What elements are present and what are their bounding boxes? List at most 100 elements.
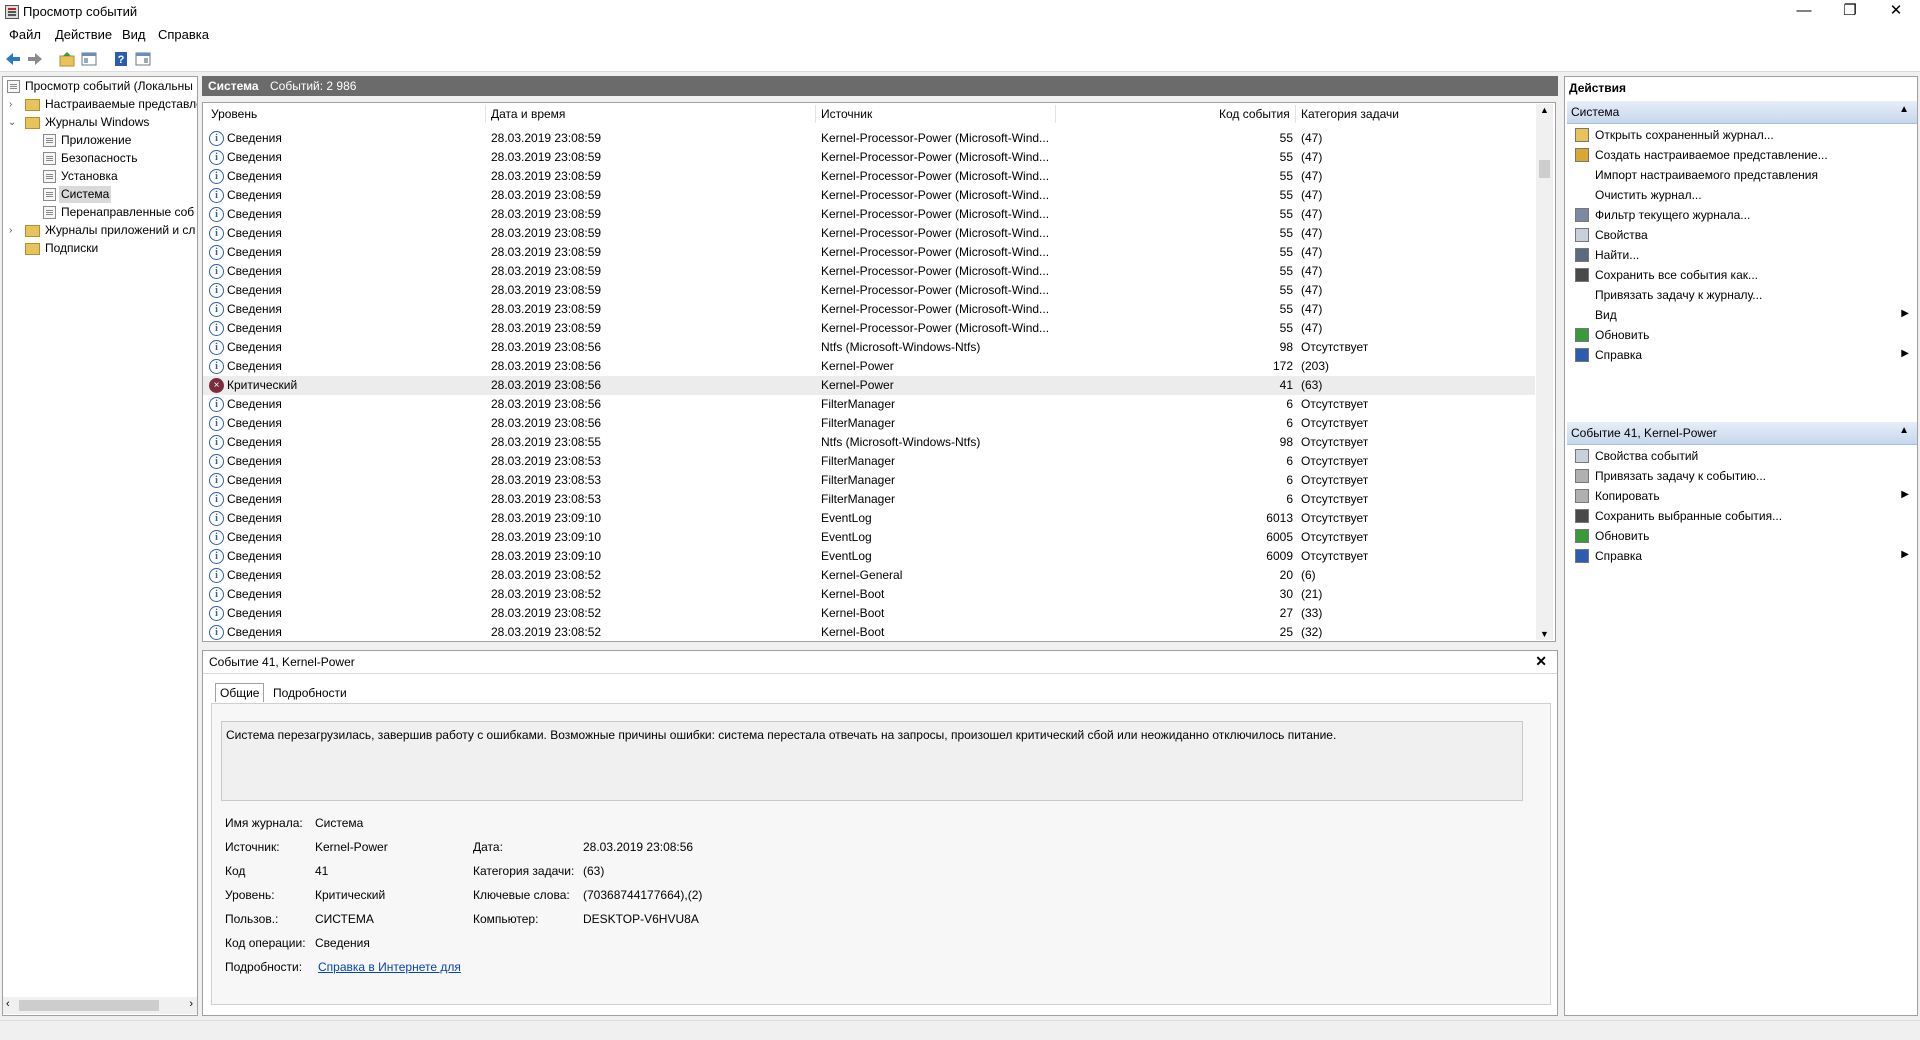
chevron-right-icon[interactable]: › bbox=[9, 222, 12, 239]
table-row[interactable]: i Сведения 28.03.2019 23:08:56 FilterManage… bbox=[203, 395, 1535, 414]
source-cell: FilterManager bbox=[821, 397, 896, 411]
action-item[interactable]: Создать настраиваемое представление... bbox=[1567, 145, 1915, 165]
action-item[interactable]: Очистить журнал... bbox=[1567, 185, 1915, 205]
table-row[interactable]: i Сведения 28.03.2019 23:08:52 Kernel-Boot 3… bbox=[203, 585, 1535, 604]
close-detail-icon[interactable]: ✕ bbox=[1535, 653, 1547, 670]
table-row[interactable]: i Сведения 28.03.2019 23:08:56 Ntfs (Micros… bbox=[203, 338, 1535, 357]
action-item[interactable]: Импорт настраиваемого представления bbox=[1567, 165, 1915, 185]
action-item[interactable]: Свойства bbox=[1567, 225, 1915, 245]
action-item[interactable]: Справка ▶ bbox=[1567, 546, 1915, 566]
tree-root[interactable]: Просмотр событий (Локальны bbox=[7, 78, 197, 95]
table-row[interactable]: i Сведения 28.03.2019 23:08:59 Kernel-Proce… bbox=[203, 129, 1535, 148]
table-row[interactable]: i Сведения 28.03.2019 23:08:59 Kernel-Proce… bbox=[203, 205, 1535, 224]
column-separator[interactable] bbox=[1055, 105, 1056, 123]
tree-system[interactable]: Система bbox=[43, 186, 197, 203]
tree-security[interactable]: Безопасность bbox=[43, 150, 197, 167]
forward-arrow-icon[interactable] bbox=[26, 50, 44, 68]
table-row[interactable]: i Сведения 28.03.2019 23:08:59 Kernel-Proce… bbox=[203, 281, 1535, 300]
help-icon[interactable]: ? bbox=[112, 50, 130, 68]
scroll-down-icon[interactable]: ▼ bbox=[1540, 629, 1549, 639]
scroll-thumb[interactable] bbox=[1539, 160, 1550, 178]
actions-section-system[interactable]: Система ▲ bbox=[1567, 101, 1917, 124]
tree-setup[interactable]: Установка bbox=[43, 168, 197, 185]
chevron-right-icon[interactable]: › bbox=[9, 96, 12, 113]
table-row[interactable]: i Сведения 28.03.2019 23:08:53 FilterManage… bbox=[203, 490, 1535, 509]
table-row[interactable]: i Сведения 28.03.2019 23:09:10 EventLog 6009… bbox=[203, 547, 1535, 566]
actions-section-event[interactable]: Событие 41, Kernel-Power ▲ bbox=[1567, 422, 1917, 445]
action-item[interactable]: Привязать задачу к событию... bbox=[1567, 466, 1915, 486]
action-item[interactable]: Привязать задачу к журналу... bbox=[1567, 285, 1915, 305]
minimize-button[interactable]: — bbox=[1781, 0, 1827, 24]
action-item[interactable]: Вид ▶ bbox=[1567, 305, 1915, 325]
online-help-link[interactable]: Справка в Интернете для bbox=[318, 960, 461, 974]
table-row[interactable]: i Сведения 28.03.2019 23:08:53 FilterManage… bbox=[203, 452, 1535, 471]
action-item[interactable]: Сохранить выбранные события... bbox=[1567, 506, 1915, 526]
column-level[interactable]: Уровень bbox=[211, 107, 257, 121]
table-row[interactable]: i Сведения 28.03.2019 23:08:59 Kernel-Proce… bbox=[203, 300, 1535, 319]
table-row[interactable]: i Сведения 28.03.2019 23:08:56 Kernel-Power… bbox=[203, 357, 1535, 376]
column-code[interactable]: Код события bbox=[1219, 107, 1290, 121]
tree-windows-logs[interactable]: ⌄ Журналы Windows bbox=[7, 114, 197, 131]
scroll-thumb[interactable] bbox=[19, 1000, 159, 1011]
column-category[interactable]: Категория задачи bbox=[1301, 107, 1399, 121]
table-row[interactable]: i Сведения 28.03.2019 23:08:55 Ntfs (Micros… bbox=[203, 433, 1535, 452]
chevron-down-icon[interactable]: ⌄ bbox=[8, 114, 16, 131]
column-separator[interactable] bbox=[485, 105, 486, 123]
action-item[interactable]: Найти... bbox=[1567, 245, 1915, 265]
table-row[interactable]: i Сведения 28.03.2019 23:08:59 Kernel-Proce… bbox=[203, 148, 1535, 167]
column-date[interactable]: Дата и время bbox=[491, 107, 565, 121]
column-separator[interactable] bbox=[815, 105, 816, 123]
tree-application[interactable]: Приложение bbox=[43, 132, 197, 149]
source-cell: FilterManager bbox=[821, 416, 896, 430]
collapse-icon[interactable]: ▲ bbox=[1899, 425, 1909, 436]
table-row[interactable]: i Сведения 28.03.2019 23:08:52 Kernel-Boot 2… bbox=[203, 623, 1535, 641]
table-row[interactable]: i Сведения 28.03.2019 23:08:59 Kernel-Proce… bbox=[203, 224, 1535, 243]
table-row[interactable]: i Сведения 28.03.2019 23:08:52 Kernel-Boot 2… bbox=[203, 604, 1535, 623]
column-source[interactable]: Источник bbox=[821, 107, 872, 121]
table-row[interactable]: i Сведения 28.03.2019 23:08:59 Kernel-Proce… bbox=[203, 243, 1535, 262]
column-separator[interactable] bbox=[1295, 105, 1296, 123]
action-item[interactable]: Свойства событий bbox=[1567, 446, 1915, 466]
maximize-button[interactable]: ❐ bbox=[1827, 0, 1873, 24]
table-row[interactable]: i Сведения 28.03.2019 23:08:59 Kernel-Proce… bbox=[203, 319, 1535, 338]
action-item[interactable]: Сохранить все события как... bbox=[1567, 265, 1915, 285]
folder-icon bbox=[25, 117, 40, 129]
list-vertical-scrollbar[interactable]: ▲ ▼ bbox=[1536, 104, 1553, 640]
collapse-icon[interactable]: ▲ bbox=[1899, 104, 1909, 115]
action-item[interactable]: Фильтр текущего журнала... bbox=[1567, 205, 1915, 225]
show-tree-icon[interactable] bbox=[80, 50, 98, 68]
tab-details[interactable]: Подробности bbox=[269, 684, 351, 702]
table-row[interactable]: × Критический 28.03.2019 23:08:56 Kernel-Po… bbox=[203, 376, 1535, 395]
tree-custom-views[interactable]: › Настраиваемые представле bbox=[7, 96, 197, 113]
table-row[interactable]: i Сведения 28.03.2019 23:08:52 Kernel-Gener… bbox=[203, 566, 1535, 585]
close-button[interactable]: ✕ bbox=[1873, 0, 1919, 24]
table-row[interactable]: i Сведения 28.03.2019 23:08:59 Kernel-Proce… bbox=[203, 262, 1535, 281]
menu-help[interactable]: Справка bbox=[158, 27, 209, 42]
tree-subscriptions[interactable]: Подписки bbox=[7, 240, 197, 257]
show-actions-icon[interactable] bbox=[134, 50, 152, 68]
table-row[interactable]: i Сведения 28.03.2019 23:09:10 EventLog 6013… bbox=[203, 509, 1535, 528]
table-row[interactable]: i Сведения 28.03.2019 23:08:59 Kernel-Proce… bbox=[203, 186, 1535, 205]
table-row[interactable]: i Сведения 28.03.2019 23:09:10 EventLog 6005… bbox=[203, 528, 1535, 547]
tree-forwarded[interactable]: Перенаправленные соб bbox=[43, 204, 197, 221]
scroll-right-icon[interactable]: › bbox=[189, 998, 193, 1010]
action-item[interactable]: Копировать ▶ bbox=[1567, 486, 1915, 506]
action-item[interactable]: Справка ▶ bbox=[1567, 345, 1915, 365]
table-row[interactable]: i Сведения 28.03.2019 23:08:53 FilterManage… bbox=[203, 471, 1535, 490]
table-row[interactable]: i Сведения 28.03.2019 23:08:56 FilterManage… bbox=[203, 414, 1535, 433]
tree-app-logs[interactable]: › Журналы приложений и сл bbox=[7, 222, 197, 239]
task-label: Категория задачи: bbox=[473, 864, 575, 878]
menu-action[interactable]: Действие bbox=[55, 27, 112, 42]
tree-horizontal-scrollbar[interactable]: ‹ › bbox=[3, 997, 197, 1014]
tab-general[interactable]: Общие bbox=[215, 683, 265, 702]
scroll-left-icon[interactable]: ‹ bbox=[6, 998, 10, 1010]
scroll-up-icon[interactable]: ▲ bbox=[1540, 105, 1549, 115]
back-arrow-icon[interactable] bbox=[4, 50, 22, 68]
menu-file[interactable]: Файл bbox=[9, 27, 41, 42]
action-item[interactable]: Обновить bbox=[1567, 325, 1915, 345]
table-row[interactable]: i Сведения 28.03.2019 23:08:59 Kernel-Proce… bbox=[203, 167, 1535, 186]
action-item[interactable]: Открыть сохраненный журнал... bbox=[1567, 125, 1915, 145]
up-folder-icon[interactable] bbox=[58, 50, 76, 68]
menu-view[interactable]: Вид bbox=[122, 27, 146, 42]
action-item[interactable]: Обновить bbox=[1567, 526, 1915, 546]
